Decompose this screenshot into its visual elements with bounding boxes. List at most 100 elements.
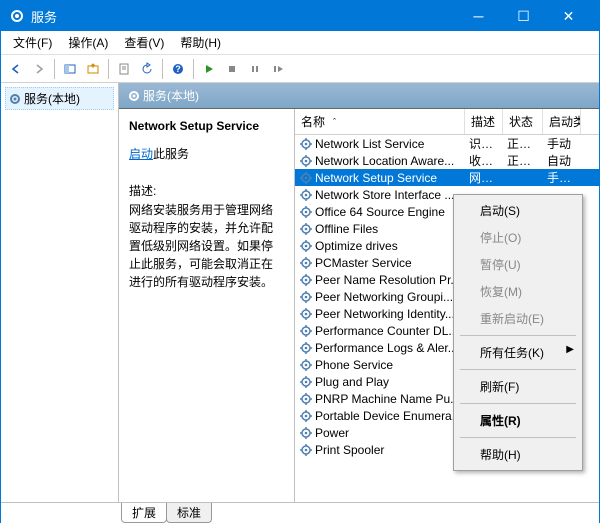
- window-title: 服务: [31, 7, 456, 26]
- col-start[interactable]: 启动类: [543, 109, 581, 134]
- properties-button[interactable]: [113, 58, 135, 80]
- ctx-start[interactable]: 启动(S): [456, 197, 580, 224]
- gear-icon: [299, 290, 313, 304]
- cell-name: PNRP Machine Name Pu...: [295, 391, 465, 407]
- cell-name: Peer Name Resolution Pr...: [295, 272, 465, 288]
- service-row[interactable]: Network Setup Service网络... 手动(触: [295, 169, 599, 186]
- gear-icon: [299, 171, 313, 185]
- toolbar: ?: [1, 55, 599, 83]
- gear-icon: [299, 375, 313, 389]
- start-suffix: 此服务: [153, 147, 189, 161]
- bottom-tabs: 扩展 标准: [1, 502, 599, 524]
- forward-button[interactable]: [28, 58, 50, 80]
- export-button[interactable]: [82, 58, 104, 80]
- back-button[interactable]: [5, 58, 27, 80]
- maximize-button[interactable]: ☐: [501, 1, 546, 31]
- gear-icon: [299, 188, 313, 202]
- gear-icon: [9, 8, 25, 24]
- gear-icon: [299, 205, 313, 219]
- gear-icon: [299, 409, 313, 423]
- pause-service-button[interactable]: [244, 58, 266, 80]
- minimize-button[interactable]: ─: [456, 1, 501, 31]
- cell-name: Peer Networking Identity...: [295, 306, 465, 322]
- cell-name: Portable Device Enumera...: [295, 408, 465, 424]
- context-menu: 启动(S) 停止(O) 暂停(U) 恢复(M) 重新启动(E) 所有任务(K)▶…: [453, 194, 583, 471]
- cell-name: Plug and Play: [295, 374, 465, 390]
- cell-name: Performance Logs & Aler...: [295, 340, 465, 356]
- submenu-arrow-icon: ▶: [566, 344, 574, 355]
- cell-name: Power: [295, 425, 465, 441]
- ctx-resume[interactable]: 恢复(M): [456, 278, 580, 305]
- tree-root[interactable]: 服务(本地): [5, 87, 114, 110]
- gear-icon: [299, 341, 313, 355]
- detail-pane: Network Setup Service 启动此服务 描述: 网络安装服务用于…: [119, 109, 294, 502]
- col-status[interactable]: 状态: [503, 109, 543, 134]
- main-header: 服务(本地): [119, 83, 599, 109]
- restart-service-button[interactable]: [267, 58, 289, 80]
- gear-icon: [299, 239, 313, 253]
- list-pane: 名称ˆ 描述 状态 启动类 Network List Service识别...正…: [294, 109, 599, 502]
- gear-icon: [299, 222, 313, 236]
- ctx-refresh[interactable]: 刷新(F): [456, 373, 580, 400]
- ctx-pause[interactable]: 暂停(U): [456, 251, 580, 278]
- list-header: 名称ˆ 描述 状态 启动类: [295, 109, 599, 135]
- tab-extended[interactable]: 扩展: [121, 503, 167, 523]
- col-name[interactable]: 名称ˆ: [295, 109, 465, 134]
- gear-icon: [299, 358, 313, 372]
- cell-name: PCMaster Service: [295, 255, 465, 271]
- cell-name: Network Store Interface ...: [295, 187, 465, 203]
- titlebar: 服务 ─ ☐ ✕: [1, 1, 599, 31]
- tree-root-label: 服务(本地): [24, 90, 80, 107]
- main-pane: 服务(本地) Network Setup Service 启动此服务 描述: 网…: [119, 83, 599, 502]
- refresh-button[interactable]: [136, 58, 158, 80]
- help-button[interactable]: ?: [167, 58, 189, 80]
- main-header-label: 服务(本地): [143, 87, 199, 104]
- gear-icon: [299, 256, 313, 270]
- ctx-restart[interactable]: 重新启动(E): [456, 305, 580, 332]
- desc-label: 描述:: [129, 182, 284, 199]
- service-row[interactable]: Network List Service识别...正在...手动: [295, 135, 599, 152]
- svg-text:?: ?: [175, 64, 181, 74]
- cell-start: 手动(触: [543, 168, 581, 187]
- cell-name: Network Location Aware...: [295, 153, 465, 169]
- close-button[interactable]: ✕: [546, 1, 591, 31]
- desc-text: 网络安装服务用于管理网络驱动程序的安装，并允许配置低级别网络设置。如果停止此服务…: [129, 201, 284, 291]
- cell-status: 正在...: [503, 151, 543, 170]
- col-desc[interactable]: 描述: [465, 109, 503, 134]
- start-link[interactable]: 启动: [129, 147, 153, 161]
- menu-action[interactable]: 操作(A): [60, 32, 116, 53]
- detail-service-name: Network Setup Service: [129, 119, 284, 133]
- menu-help[interactable]: 帮助(H): [172, 32, 229, 53]
- gear-icon: [299, 307, 313, 321]
- gear-icon: [299, 273, 313, 287]
- tree-pane: 服务(本地): [1, 83, 119, 502]
- gear-icon: [8, 92, 22, 106]
- cell-name: Offline Files: [295, 221, 465, 237]
- menu-view[interactable]: 查看(V): [116, 32, 172, 53]
- cell-name: Print Spooler: [295, 442, 465, 458]
- menubar: 文件(F) 操作(A) 查看(V) 帮助(H): [1, 31, 599, 55]
- cell-name: Phone Service: [295, 357, 465, 373]
- cell-name: Network Setup Service: [295, 170, 465, 186]
- menu-file[interactable]: 文件(F): [5, 32, 60, 53]
- gear-icon: [299, 324, 313, 338]
- cell-desc: 网络...: [465, 168, 503, 187]
- ctx-properties[interactable]: 属性(R): [456, 407, 580, 434]
- ctx-alltasks[interactable]: 所有任务(K)▶: [456, 339, 580, 366]
- gear-icon: [299, 426, 313, 440]
- tab-standard[interactable]: 标准: [166, 503, 212, 523]
- cell-name: Performance Counter DL...: [295, 323, 465, 339]
- cell-status: [503, 177, 543, 179]
- gear-icon: [299, 154, 313, 168]
- service-row[interactable]: Network Location Aware...收集...正在...自动: [295, 152, 599, 169]
- sort-asc-icon: ˆ: [333, 117, 336, 127]
- start-service-button[interactable]: [198, 58, 220, 80]
- detail-start-line: 启动此服务: [129, 145, 284, 162]
- cell-name: Peer Networking Groupi...: [295, 289, 465, 305]
- cell-name: Office 64 Source Engine: [295, 204, 465, 220]
- ctx-help[interactable]: 帮助(H): [456, 441, 580, 468]
- show-hide-button[interactable]: [59, 58, 81, 80]
- ctx-stop[interactable]: 停止(O): [456, 224, 580, 251]
- stop-service-button[interactable]: [221, 58, 243, 80]
- gear-icon: [299, 137, 313, 151]
